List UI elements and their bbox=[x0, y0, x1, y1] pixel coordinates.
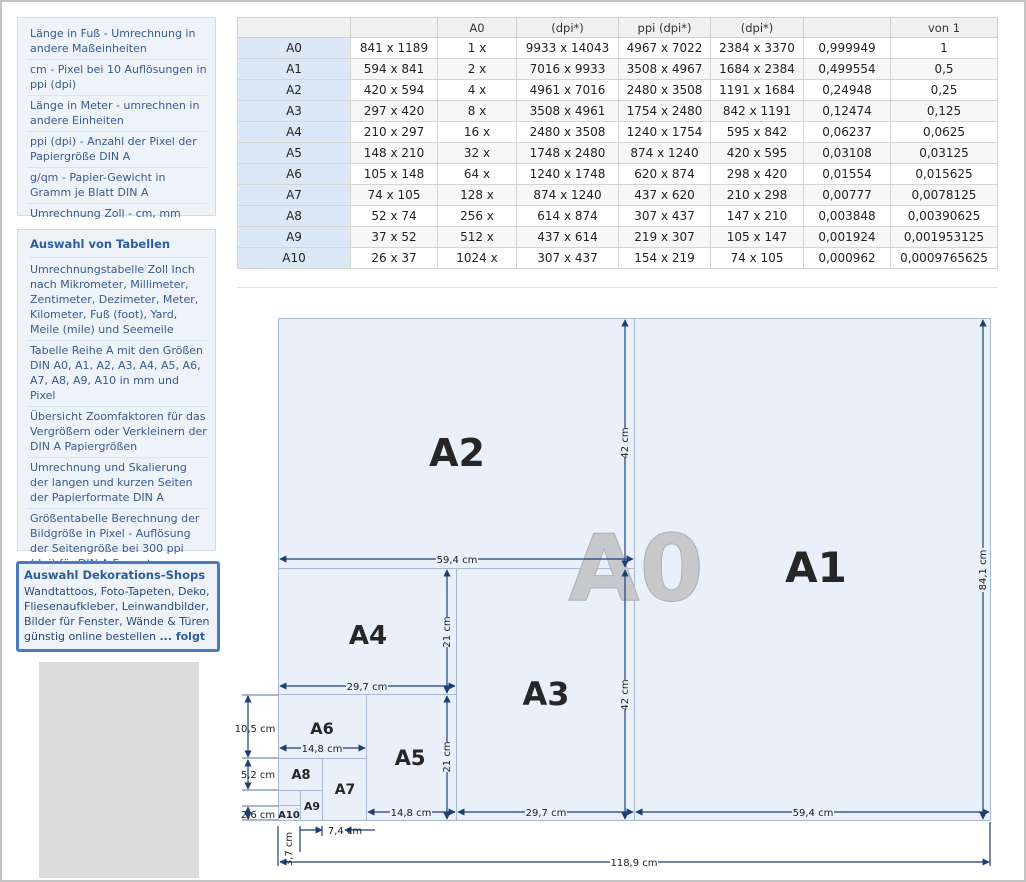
label-a7: A7 bbox=[335, 782, 356, 798]
dim-a2-width: 59,4 cm bbox=[437, 555, 478, 566]
label-a4: A4 bbox=[349, 621, 387, 651]
dim-a6-width: 14,8 cm bbox=[302, 744, 343, 755]
dim-a5-width: 14,8 cm bbox=[391, 808, 432, 819]
label-a9: A9 bbox=[304, 800, 320, 813]
dim-a0-width: 118,9 cm bbox=[610, 858, 657, 869]
label-a1: A1 bbox=[785, 543, 847, 592]
label-a8: A8 bbox=[291, 768, 310, 783]
label-a10: A10 bbox=[278, 810, 300, 821]
dim-a3-width: 29,7 cm bbox=[526, 808, 567, 819]
dim-a7-width: 7,4 cm bbox=[328, 826, 362, 837]
din-a-size-diagram: A0 A1 A2 A3 A4 A5 A6 A7 A8 A9 A10 59,4 c… bbox=[235, 318, 991, 869]
label-a3: A3 bbox=[522, 675, 569, 713]
dim-a6-height: 10,5 cm bbox=[235, 724, 276, 735]
dim-a10-width: 3,7 cm bbox=[284, 832, 295, 866]
dim-a10-height: 2,6 cm bbox=[241, 810, 275, 821]
dim-a3-height: 42 cm bbox=[620, 679, 631, 710]
dim-a4-height: 21 cm bbox=[442, 616, 453, 647]
a0-big-label: A0 bbox=[568, 515, 703, 622]
dim-a8-height: 5,2 cm bbox=[241, 770, 275, 781]
label-a2: A2 bbox=[429, 431, 485, 475]
dim-a2-height: 42 cm bbox=[620, 427, 631, 458]
dim-a1-width: 59,4 cm bbox=[793, 808, 834, 819]
label-a5: A5 bbox=[395, 746, 426, 770]
dim-a4-width: 29,7 cm bbox=[347, 682, 388, 693]
dim-a1-height: 84,1 cm bbox=[978, 550, 989, 591]
label-a6: A6 bbox=[310, 719, 334, 738]
dim-a5-height: 21 cm bbox=[442, 741, 453, 772]
